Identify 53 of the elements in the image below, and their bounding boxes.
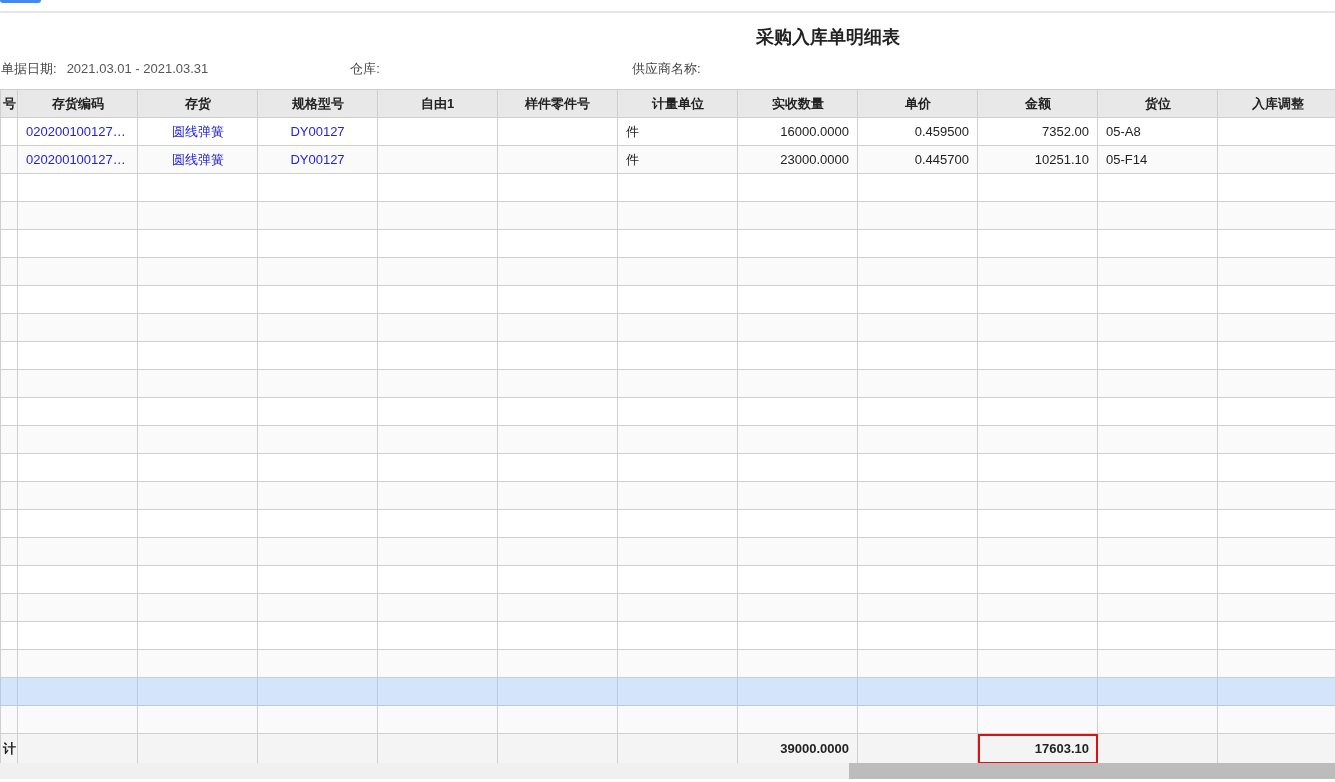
empty-row[interactable] [0,621,1335,650]
empty-row[interactable] [0,453,1335,482]
table-cell: 05-F14 [1106,151,1148,167]
column-header[interactable]: 入库调整 [1217,89,1335,118]
table-cell: 05-A8 [1106,123,1141,139]
empty-row[interactable] [0,593,1335,622]
table-cell: 0.459500 [914,123,969,139]
filter-label: 供应商名称: [631,60,701,79]
total-label: 计 [2,740,16,756]
empty-row[interactable] [0,173,1335,202]
column-header[interactable]: 计量单位 [617,89,738,118]
total-cell: 39000.0000 [780,740,849,756]
empty-row[interactable] [0,285,1335,314]
empty-row[interactable] [0,201,1335,230]
empty-row[interactable] [0,537,1335,566]
scrollbar-thumb[interactable] [849,763,1335,779]
active-tab-indicator [0,0,41,3]
column-header[interactable]: 金额 [977,89,1098,118]
empty-row[interactable] [0,257,1335,286]
filter-label: 单据日期: [1,60,57,79]
column-header[interactable]: 货位 [1097,89,1218,118]
empty-row[interactable] [0,481,1335,510]
table-cell: 10251.10 [1034,151,1089,167]
column-header[interactable]: 存货 [137,89,258,118]
column-header[interactable]: 号 [0,89,18,118]
empty-row[interactable] [0,509,1335,538]
table-cell: 0.445700 [914,151,969,167]
table-cell: 23000.0000 [780,151,849,167]
empty-row[interactable] [0,649,1335,678]
table-cell: 件 [626,123,639,139]
column-header[interactable]: 存货编码 [17,89,138,118]
empty-row[interactable] [0,229,1335,258]
table-cell: 16000.0000 [780,123,849,139]
filter-label: 仓库: [350,60,380,79]
empty-row[interactable] [0,313,1335,342]
filter-value: 2021.03.01 - 2021.03.31 [66,60,209,79]
column-header[interactable]: 实收数量 [737,89,858,118]
empty-row[interactable] [0,369,1335,398]
empty-row[interactable] [0,341,1335,370]
column-header[interactable]: 样件零件号 [497,89,618,118]
column-header[interactable]: 自由1 [377,89,498,118]
column-header[interactable]: 单价 [857,89,978,118]
empty-row[interactable] [0,425,1335,454]
empty-row[interactable] [0,677,1335,706]
empty-row[interactable] [0,705,1335,734]
total-amount-cell: 17603.10 [977,733,1098,763]
table-cell: 件 [626,151,639,167]
table-cell: 7352.00 [1042,123,1089,139]
empty-row[interactable] [0,397,1335,426]
column-header[interactable]: 规格型号 [257,89,378,118]
horizontal-scrollbar[interactable] [0,763,1335,779]
empty-row[interactable] [0,565,1335,594]
report-title: 采购入库单明细表 [755,27,900,47]
